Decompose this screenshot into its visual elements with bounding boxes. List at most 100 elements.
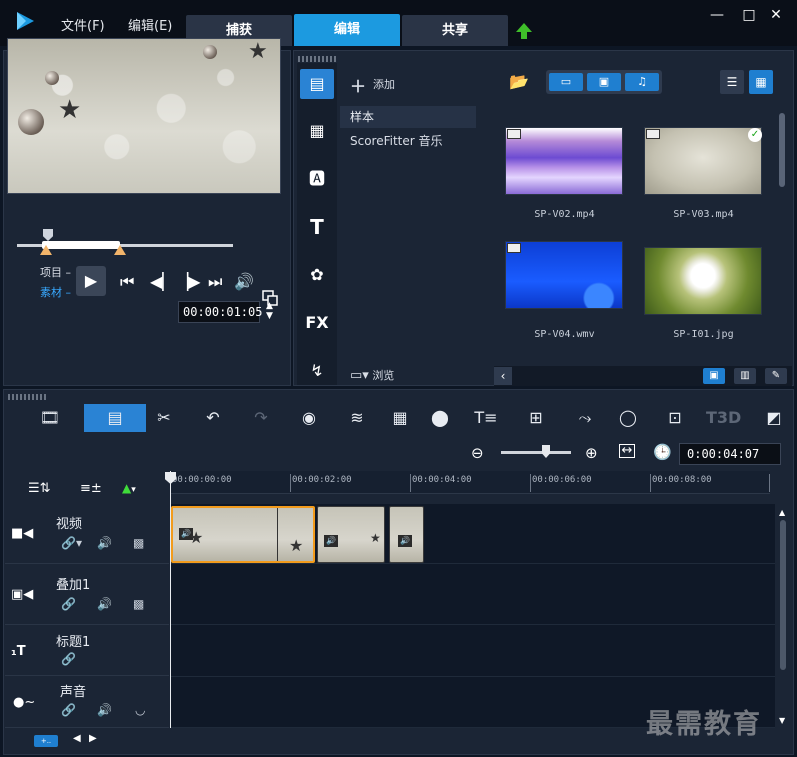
- go-end-icon[interactable]: ⏭: [208, 272, 222, 292]
- link-icon[interactable]: 🔗▾: [61, 536, 82, 550]
- go-start-icon[interactable]: ⏮: [120, 272, 134, 292]
- maximize-button[interactable]: □: [740, 6, 758, 24]
- link-icon[interactable]: 🔗: [61, 597, 76, 611]
- play-button[interactable]: ▶: [76, 266, 106, 296]
- ripple-toggle-icon[interactable]: ▩: [133, 536, 144, 550]
- list-view-icon[interactable]: ☰: [720, 70, 744, 94]
- close-button[interactable]: ✕: [767, 6, 785, 24]
- filter-video-icon[interactable]: ▭: [549, 73, 583, 91]
- timeline-vscroll[interactable]: [780, 520, 786, 670]
- mute-icon[interactable]: 🔊: [97, 703, 112, 717]
- volume-icon[interactable]: 🔊: [234, 272, 254, 291]
- mark-in-handle[interactable]: [40, 245, 52, 255]
- timeline-playhead[interactable]: [170, 471, 171, 728]
- time-remap-icon[interactable]: ⤳: [571, 404, 599, 432]
- track-header-voice[interactable]: ●~ 声音 🔗 🔊 ◡: [5, 677, 169, 728]
- track-header-overlay[interactable]: ▣◀ 叠加1 🔗 🔊 ▩: [5, 565, 169, 625]
- zoom-slider-track[interactable]: [501, 451, 571, 454]
- collapse-left-icon[interactable]: ‹: [494, 367, 512, 385]
- tools-icon[interactable]: ✂: [150, 404, 178, 432]
- panel-grip[interactable]: [8, 394, 48, 400]
- audio-mixer-icon[interactable]: ≋: [343, 404, 371, 432]
- ripple-toggle-icon[interactable]: ▩: [133, 597, 144, 611]
- link-icon[interactable]: 🔗: [61, 652, 76, 666]
- tree-item-samples[interactable]: 样本: [340, 106, 476, 128]
- graphics-icon[interactable]: ✿: [300, 260, 334, 290]
- preview-viewer[interactable]: ★ ★: [7, 38, 281, 194]
- fx-icon[interactable]: FX: [300, 308, 334, 338]
- scroll-right-icon[interactable]: ▶: [89, 733, 97, 744]
- media-item[interactable]: ✓ SP-V03.mp4: [636, 124, 771, 241]
- zoom-out-icon[interactable]: ⊖: [471, 444, 484, 462]
- layout-a-icon[interactable]: ▣: [703, 368, 725, 384]
- tree-item-scorefitter[interactable]: ScoreFitter 音乐: [340, 130, 476, 152]
- add-track-icon[interactable]: +..: [34, 735, 58, 747]
- record-capture-icon[interactable]: ◉: [295, 404, 323, 432]
- menu-file[interactable]: 文件(F): [61, 15, 105, 34]
- layout-b-icon[interactable]: ▥: [734, 368, 756, 384]
- trim-range[interactable]: [42, 241, 120, 249]
- scroll-left-icon[interactable]: ◀: [73, 733, 81, 744]
- panel-grip[interactable]: [298, 56, 338, 62]
- scroll-down-icon[interactable]: ▼: [779, 716, 785, 725]
- multi-camera-icon[interactable]: ⊞: [522, 404, 550, 432]
- auto-music-icon[interactable]: ▦: [386, 404, 414, 432]
- redo-icon[interactable]: ↷: [247, 404, 275, 432]
- upload-arrow-icon[interactable]: [515, 22, 533, 40]
- media-scrollbar[interactable]: [779, 113, 785, 187]
- timeline-clip[interactable]: 🔊: [389, 506, 424, 563]
- filter-photo-icon[interactable]: ▣: [587, 73, 621, 91]
- subtitle-editor-icon[interactable]: T≡: [472, 404, 500, 432]
- timeline-clip-selected[interactable]: 🔊 ★ ★: [171, 506, 315, 563]
- media-item[interactable]: SP-I01.jpg: [636, 238, 771, 355]
- browse-button[interactable]: ▭▾ 浏览: [350, 367, 394, 383]
- add-folder-button[interactable]: ＋ 添加: [350, 73, 395, 97]
- motion-tracking-icon[interactable]: ⬤: [426, 404, 454, 432]
- filter-ab-icon[interactable]: 🅰: [300, 164, 334, 194]
- mode-clip-label[interactable]: 素材 –: [40, 284, 71, 300]
- mark-out-handle[interactable]: [114, 245, 126, 255]
- track-header-video[interactable]: ■◀ 视频 🔗▾ 🔊 ▩: [5, 504, 169, 564]
- tab-edit[interactable]: 编辑: [294, 14, 400, 46]
- prev-frame-icon[interactable]: ◀▏: [150, 272, 175, 291]
- track-header-title[interactable]: ₁T 标题1 🔗: [5, 626, 169, 676]
- import-folder-icon[interactable]: 📂: [509, 72, 529, 91]
- storyboard-view-icon[interactable]: 🎞: [36, 404, 64, 432]
- ripple-edit-icon[interactable]: ▲▾: [122, 481, 136, 495]
- mute-icon[interactable]: 🔊: [97, 597, 112, 611]
- split-screen-icon[interactable]: ◩: [760, 404, 788, 432]
- timeline-view-icon[interactable]: ▤: [84, 404, 146, 432]
- title-t-icon[interactable]: T: [300, 212, 334, 242]
- tab-share[interactable]: 共享: [402, 15, 508, 46]
- lane-title[interactable]: [170, 626, 775, 677]
- next-frame-icon[interactable]: ▕▶: [176, 272, 201, 291]
- timeline-clip[interactable]: 🔊 ★: [317, 506, 385, 563]
- filter-audio-icon[interactable]: ♫: [625, 73, 659, 91]
- timeline-timecode[interactable]: 0:00:04:07: [679, 443, 781, 465]
- fit-project-icon[interactable]: ↔: [619, 444, 635, 458]
- thumbnail-view-icon[interactable]: ▦: [749, 70, 773, 94]
- 3d-title-icon[interactable]: T3D: [706, 404, 741, 432]
- timecode-spinner-icon[interactable]: ▲ ▼: [266, 301, 273, 321]
- edit-pencil-icon[interactable]: ✎: [765, 368, 787, 384]
- menu-edit[interactable]: 编辑(E): [128, 15, 172, 34]
- media-item[interactable]: SP-V02.mp4: [497, 124, 632, 241]
- transition-icon[interactable]: ▦: [300, 116, 334, 146]
- link-icon[interactable]: 🔗: [61, 703, 76, 717]
- track-manager-icon[interactable]: ☰⇅: [28, 481, 51, 496]
- scroll-up-icon[interactable]: ▲: [779, 508, 785, 517]
- pan-zoom-icon[interactable]: ⊡: [661, 404, 689, 432]
- duration-clock-icon[interactable]: 🕒: [653, 443, 672, 461]
- add-remove-chapter-icon[interactable]: ≡±: [80, 481, 102, 496]
- lane-overlay[interactable]: [170, 565, 775, 625]
- media-library-icon[interactable]: ▤: [300, 69, 334, 99]
- path-motion-icon[interactable]: ↯: [300, 356, 334, 386]
- minimize-button[interactable]: —: [708, 6, 726, 24]
- mask-creator-icon[interactable]: ◯: [614, 404, 642, 432]
- mode-project-label[interactable]: 项目 –: [40, 264, 71, 280]
- zoom-in-icon[interactable]: ⊕: [585, 444, 598, 462]
- mute-icon[interactable]: 🔊: [97, 536, 112, 550]
- ducking-icon[interactable]: ◡: [135, 703, 145, 717]
- preview-timecode[interactable]: 00:00:01:05: [178, 301, 262, 323]
- media-item[interactable]: SP-V04.wmv: [497, 238, 632, 355]
